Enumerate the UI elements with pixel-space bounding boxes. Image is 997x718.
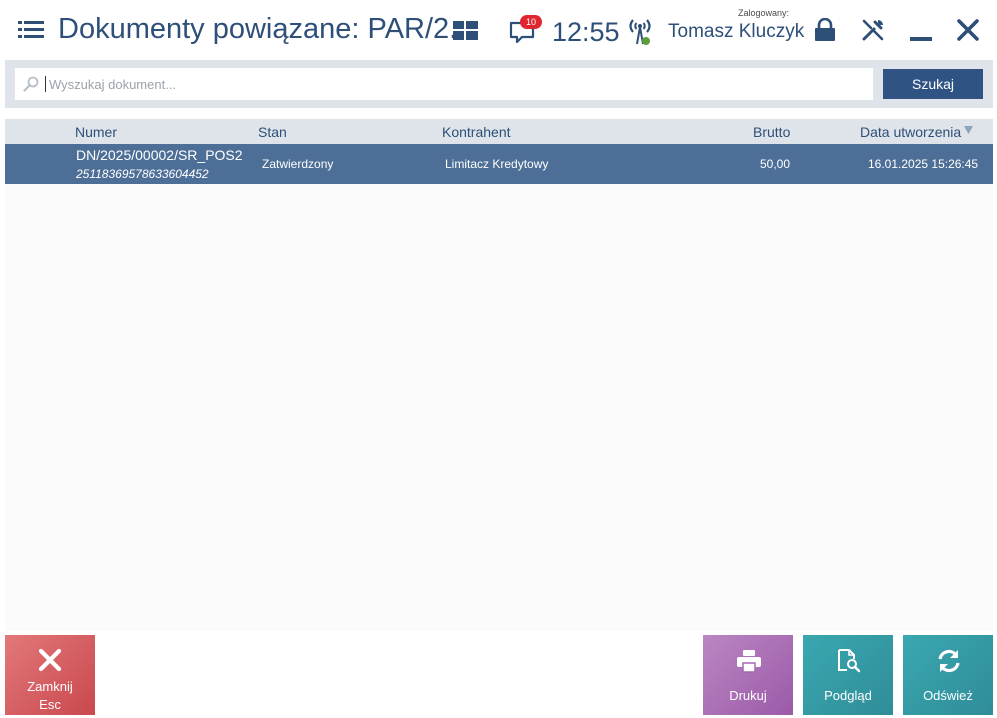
documents-table: Numer Stan Kontrahent Brutto Data utworz… xyxy=(5,119,993,631)
preview-button-label: Podgląd xyxy=(824,688,872,703)
column-header-kontrahent[interactable]: Kontrahent xyxy=(442,124,511,140)
clock: 12:55 xyxy=(552,17,620,47)
minimize-icon[interactable] xyxy=(910,20,932,42)
table-row[interactable]: DN/2025/00002/SR_POS2 251183695786336044… xyxy=(5,144,993,184)
column-header-stan[interactable]: Stan xyxy=(258,124,287,140)
print-button-label: Drukuj xyxy=(729,688,767,703)
column-header-data-utworzenia[interactable]: Data utworzenia xyxy=(860,124,961,140)
search-input[interactable] xyxy=(45,76,865,92)
tools-icon[interactable] xyxy=(861,18,885,42)
preview-button[interactable]: Podgląd xyxy=(803,635,893,715)
logged-in-label: Zalogowany: xyxy=(738,8,790,18)
cell-kontrahent: Limitacz Kredytowy xyxy=(445,157,549,171)
close-button-label: Zamknij xyxy=(27,679,73,694)
table-header: Numer Stan Kontrahent Brutto Data utworz… xyxy=(5,119,993,144)
close-button-shortcut: Esc xyxy=(39,697,61,712)
document-preview-icon xyxy=(838,649,861,673)
printer-icon xyxy=(737,650,761,673)
close-button[interactable]: Zamknij Esc xyxy=(5,635,95,715)
refresh-icon xyxy=(938,649,960,673)
column-header-brutto[interactable]: Brutto xyxy=(753,124,790,140)
page-title: Dokumenty powiązane: PAR/2... xyxy=(58,13,474,45)
refresh-button[interactable]: Odśwież xyxy=(903,635,993,715)
sort-down-icon[interactable] xyxy=(964,126,973,134)
column-header-numer[interactable]: Numer xyxy=(75,124,117,140)
app-header: Dokumenty powiązane: PAR/2... 10 12:55 Z… xyxy=(0,0,997,62)
close-icon[interactable] xyxy=(957,19,979,41)
tiles-icon[interactable] xyxy=(453,21,478,40)
refresh-button-label: Odśwież xyxy=(923,688,973,703)
cell-brutto: 50,00 xyxy=(760,157,791,171)
menu-icon[interactable] xyxy=(18,20,44,40)
cell-stan: Zatwierdzony xyxy=(262,157,334,171)
lock-icon[interactable] xyxy=(814,18,836,42)
user-name: Tomasz Kluczyk xyxy=(668,21,805,42)
search-button[interactable]: Szukaj xyxy=(883,69,983,99)
print-button[interactable]: Drukuj xyxy=(703,635,793,715)
cell-numer: DN/2025/00002/SR_POS2 xyxy=(76,147,243,163)
cell-data-utworzenia: 16.01.2025 15:26:45 xyxy=(868,157,979,171)
cell-code: 25118369578633604452 xyxy=(76,167,209,181)
search-bar: Szukaj xyxy=(5,60,993,108)
search-icon xyxy=(23,76,39,92)
search-field[interactable] xyxy=(15,68,873,100)
notification-badge: 10 xyxy=(520,15,542,29)
close-icon xyxy=(38,648,62,672)
signal-icon xyxy=(629,19,651,45)
